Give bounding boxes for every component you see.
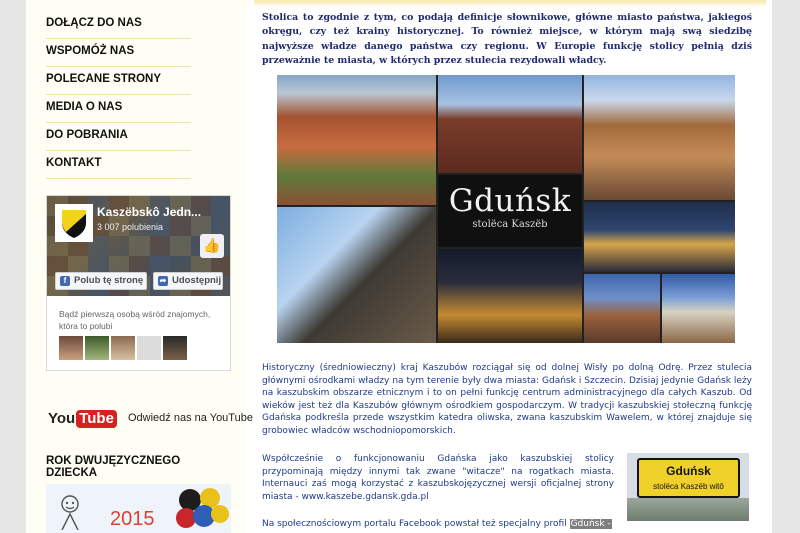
like-button-label: Polub tę stronę: [74, 275, 144, 286]
facebook-like-count: 3 007 polubienia: [97, 222, 164, 232]
share-button-label: Udostępnij: [172, 275, 222, 286]
photo-riverside-night: [584, 202, 735, 272]
facebook-friends-message: Bądź pierwszą osobą wśród znajomych, któ…: [59, 309, 211, 331]
photo-aerial-old-town: [277, 75, 436, 205]
facebook-profile-link[interactable]: Gduńsk -: [569, 519, 612, 529]
nav-support-us[interactable]: WSPOMÓŻ NAS: [46, 39, 191, 67]
colored-balloons-icon: [176, 488, 229, 528]
collage-subtitle: stolëca Kaszëb: [472, 219, 548, 230]
facebook-profile-paragraph: Na społecznościowym portalu Facebook pow…: [262, 519, 612, 529]
facebook-page-widget: Kaszëbskô Jedn... 3 007 polubienia 👍 f P…: [46, 195, 231, 371]
facebook-page-name[interactable]: Kaszëbskô Jedn...: [97, 205, 217, 219]
child-drawing-icon: [61, 495, 79, 530]
photo-basilica: [438, 75, 582, 173]
photo-gate: [584, 274, 660, 343]
youtube-logo: You Tube: [48, 408, 117, 430]
avatar[interactable]: [137, 336, 161, 360]
photo-long-market: [584, 75, 735, 200]
nav-contact[interactable]: KONTAKT: [46, 151, 191, 179]
sidebar: DOŁĄCZ DO NAS WSPOMÓŻ NAS POLECANE STRON…: [26, 0, 253, 533]
avatar[interactable]: [111, 336, 135, 360]
share-icon: ➦: [158, 276, 168, 286]
photo-old-town-night: [438, 249, 582, 343]
avatar[interactable]: [85, 336, 109, 360]
nav-join-us[interactable]: DOŁĄCZ DO NAS: [46, 11, 191, 39]
content-top-bar: [254, 0, 766, 6]
main-content: Stolica to zgodnie z tym, co podają defi…: [254, 0, 766, 533]
nav-recommended-sites[interactable]: POLECANE STRONY: [46, 67, 191, 95]
page: DOŁĄCZ DO NAS WSPOMÓŻ NAS POLECANE STRON…: [26, 0, 772, 533]
intro-paragraph: Stolica to zgodnie z tym, co podają defi…: [262, 12, 752, 67]
gdansk-photo-collage: Gduńsk stolëca Kaszëb: [277, 75, 735, 343]
collage-title-box: Gduńsk stolëca Kaszëb: [438, 175, 582, 247]
welcome-sign-tagline: stolëca Kaszëb witô: [653, 482, 724, 491]
youtube-link-text: Odwiedź nas na YouTube: [128, 412, 253, 424]
facebook-like-button[interactable]: f Polub tę stronę: [55, 272, 147, 290]
facebook-share-button[interactable]: ➦ Udostępnij: [153, 272, 223, 290]
city-welcome-sign-photo: Gduńsk stolëca Kaszëb witô: [627, 453, 749, 521]
banner-year: 2015: [110, 508, 155, 530]
avatar[interactable]: [163, 336, 187, 360]
nav-downloads[interactable]: DO POBRANIA: [46, 123, 191, 151]
kaszebe-website-link[interactable]: www.kaszebe.gdansk.gda.pl: [302, 492, 429, 502]
modern-paragraph: Współcześnie o funkcjonowaniu Gdańska ja…: [262, 454, 614, 502]
coat-of-arms-icon[interactable]: [55, 204, 93, 242]
avatar[interactable]: [59, 336, 83, 360]
bilingual-child-year-banner[interactable]: 2015: [46, 484, 231, 533]
photo-neptune-fountain: [277, 207, 436, 343]
history-paragraph: Historyczny (średniowieczny) kraj Kaszub…: [262, 363, 752, 436]
welcome-sign: Gduńsk stolëca Kaszëb witô: [637, 458, 740, 498]
nav-media-about-us[interactable]: MEDIA O NAS: [46, 95, 191, 123]
welcome-sign-city: Gduńsk: [666, 464, 711, 478]
collage-title: Gduńsk: [448, 183, 572, 219]
facebook-f-icon: f: [60, 276, 70, 286]
bilingual-child-year-heading: ROK DWUJĘZYCZNEGO DZIECKA: [46, 455, 231, 486]
thumbs-up-icon: 👍: [200, 234, 224, 258]
photo-town-hall: [662, 274, 735, 343]
